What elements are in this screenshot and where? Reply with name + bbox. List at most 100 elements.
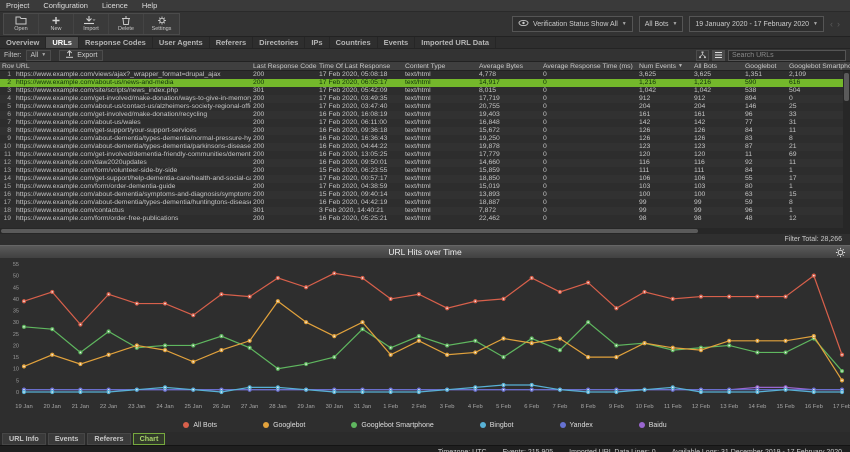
bottom-tab-events[interactable]: Events: [47, 433, 86, 445]
cell-content-type: text/html: [405, 207, 431, 214]
cell-googlebot: 96: [745, 207, 753, 214]
export-button[interactable]: Export: [59, 49, 104, 61]
data-point-center: [192, 314, 195, 316]
tab-overview[interactable]: Overview: [0, 37, 47, 48]
date-nav-arrows[interactable]: ‹›: [830, 19, 844, 29]
tab-directories[interactable]: Directories: [253, 37, 306, 48]
search-input[interactable]: [728, 49, 846, 61]
menu-item-project[interactable]: Project: [6, 1, 29, 10]
column-header-content-type[interactable]: Content Type: [403, 62, 477, 70]
tab-ips[interactable]: IPs: [305, 37, 330, 48]
list-view-icon[interactable]: [712, 49, 725, 61]
table-row[interactable]: 14 https://www.example.com/get-support/he…: [0, 175, 850, 183]
cell-time-of-last-response: 16 Feb 2020, 16:36:43: [319, 135, 388, 142]
table-row[interactable]: 11 https://www.example.com/get-involved/d…: [0, 151, 850, 159]
table-row[interactable]: 6 https://www.example.com/get-involved/ma…: [0, 111, 850, 119]
data-point-center: [700, 349, 702, 351]
legend-label: Googlebot Smartphone: [361, 421, 434, 429]
column-header-time-of-last-response[interactable]: Time Of Last Response: [317, 62, 403, 70]
table-row[interactable]: 18 https://www.example.com/contactus 301 3 …: [0, 207, 850, 215]
delete-button[interactable]: Delete: [109, 14, 144, 34]
data-point-center: [530, 388, 533, 391]
table-row[interactable]: 12 https://www.example.com/daw2020updates…: [0, 159, 850, 167]
tree-view-icon[interactable]: [696, 49, 709, 61]
column-header-num-events[interactable]: Num Events ▼: [637, 62, 692, 70]
column-header-last-response-code[interactable]: Last Response Code: [251, 62, 317, 70]
cell-all-bots: 123: [694, 143, 706, 150]
table-row[interactable]: 1 https://www.example.com/views/ajax?_wra…: [0, 71, 850, 79]
tab-referers[interactable]: Referers: [210, 37, 254, 48]
data-point-center: [107, 391, 110, 393]
column-header-googlebot[interactable]: Googlebot: [743, 62, 787, 70]
table-row[interactable]: 5 https://www.example.com/about-us/contac…: [0, 103, 850, 111]
horizontal-scrollbar-thumb[interactable]: [1, 229, 698, 233]
open-button[interactable]: Open: [4, 14, 39, 34]
data-point-center: [700, 295, 702, 298]
cell-googlebot: 146: [745, 103, 757, 110]
date-range-dropdown[interactable]: 19 January 2020 - 17 February 2020 ▼: [689, 16, 824, 32]
cell-all-bots: 204: [694, 103, 706, 110]
bottom-tab-referers[interactable]: Referers: [87, 433, 131, 445]
data-point-center: [587, 391, 589, 393]
x-axis-tick-label: 4 Feb: [468, 404, 483, 410]
tab-response-codes[interactable]: Response Codes: [79, 37, 153, 48]
x-axis-tick-label: 29 Jan: [297, 404, 314, 410]
table-row[interactable]: 15 https://www.example.com/form/order-dem…: [0, 183, 850, 191]
column-header-all-bots[interactable]: All Bots: [692, 62, 743, 70]
filter-dropdown[interactable]: All ▼: [25, 49, 52, 61]
table-row[interactable]: 17 https://www.example.com/about-dementia…: [0, 199, 850, 207]
verification-status-dropdown[interactable]: Verification Status Show All ▼: [511, 16, 633, 32]
new-button[interactable]: New: [39, 14, 74, 34]
bottom-tab-url-info[interactable]: URL Info: [2, 433, 46, 445]
y-axis-tick-label: 30: [13, 320, 19, 326]
cell-all-bots: 126: [694, 135, 706, 142]
vertical-scrollbar[interactable]: [843, 71, 850, 228]
tab-urls[interactable]: URLs: [46, 37, 79, 48]
menu-item-licence[interactable]: Licence: [102, 1, 128, 10]
table-row[interactable]: 19 https://www.example.com/form/order-fre…: [0, 215, 850, 223]
table-row[interactable]: 7 https://www.example.com/about-us/wales 2…: [0, 119, 850, 127]
table-row[interactable]: 9 https://www.example.com/about-dementia/…: [0, 135, 850, 143]
tab-events[interactable]: Events: [378, 37, 416, 48]
tab-user-agents[interactable]: User Agents: [153, 37, 210, 48]
export-icon: [65, 50, 74, 60]
data-point-center: [361, 277, 364, 279]
cell-googlebot: 63: [745, 191, 753, 198]
bot-filter-dropdown[interactable]: All Bots ▼: [638, 16, 684, 32]
column-header-average-response-time[interactable]: Average Response Time (ms): [541, 62, 637, 70]
menu-item-help[interactable]: Help: [142, 1, 157, 10]
data-point-center: [333, 391, 336, 393]
tab-imported-url-data[interactable]: Imported URL Data: [415, 37, 497, 48]
table-row[interactable]: 4 https://www.example.com/get-involved/ma…: [0, 95, 850, 103]
y-axis-tick-label: 10: [13, 367, 19, 373]
table-row[interactable]: 10 https://www.example.com/about-dementia…: [0, 143, 850, 151]
column-header-row[interactable]: Row: [0, 62, 14, 70]
tab-countries[interactable]: Countries: [330, 37, 378, 48]
chart-settings-gear-icon[interactable]: [835, 247, 846, 260]
settings-button[interactable]: Settings: [144, 14, 179, 34]
import-button[interactable]: Import: [74, 14, 109, 34]
table-row[interactable]: 8 https://www.example.com/get-support/you…: [0, 127, 850, 135]
data-point-center: [277, 300, 279, 303]
cell-time-of-last-response: 16 Feb 2020, 05:25:21: [319, 215, 388, 222]
cell-all-bots: 99: [694, 207, 702, 214]
horizontal-scrollbar[interactable]: [0, 228, 850, 234]
column-header-average-bytes[interactable]: Average Bytes: [477, 62, 541, 70]
table-row[interactable]: 3 https://www.example.com/site/scripts/ne…: [0, 87, 850, 95]
column-header-googlebot-smartphone[interactable]: Googlebot Smartphone: [787, 62, 850, 70]
filter-label: Filter:: [4, 51, 22, 59]
table-row[interactable]: 13 https://www.example.com/form/volunteer…: [0, 167, 850, 175]
vertical-scrollbar-thumb[interactable]: [844, 73, 849, 101]
cell-googlebot: 87: [745, 143, 753, 150]
table-row[interactable]: 2 https://www.example.com/about-us/news-a…: [0, 79, 850, 87]
table-row[interactable]: 16 https://www.example.com/about-dementia…: [0, 191, 850, 199]
cell-last-response-code: 200: [253, 103, 265, 110]
data-point-center: [559, 349, 561, 351]
bottom-tab-chart[interactable]: Chart: [132, 433, 166, 445]
cell-row: 3: [7, 87, 11, 94]
legend-item-googlebot: Googlebot: [263, 422, 305, 429]
column-header-url[interactable]: URL: [14, 62, 251, 70]
data-point-center: [192, 388, 195, 391]
cell-last-response-code: 200: [253, 79, 265, 86]
menu-item-configuration[interactable]: Configuration: [43, 1, 88, 10]
